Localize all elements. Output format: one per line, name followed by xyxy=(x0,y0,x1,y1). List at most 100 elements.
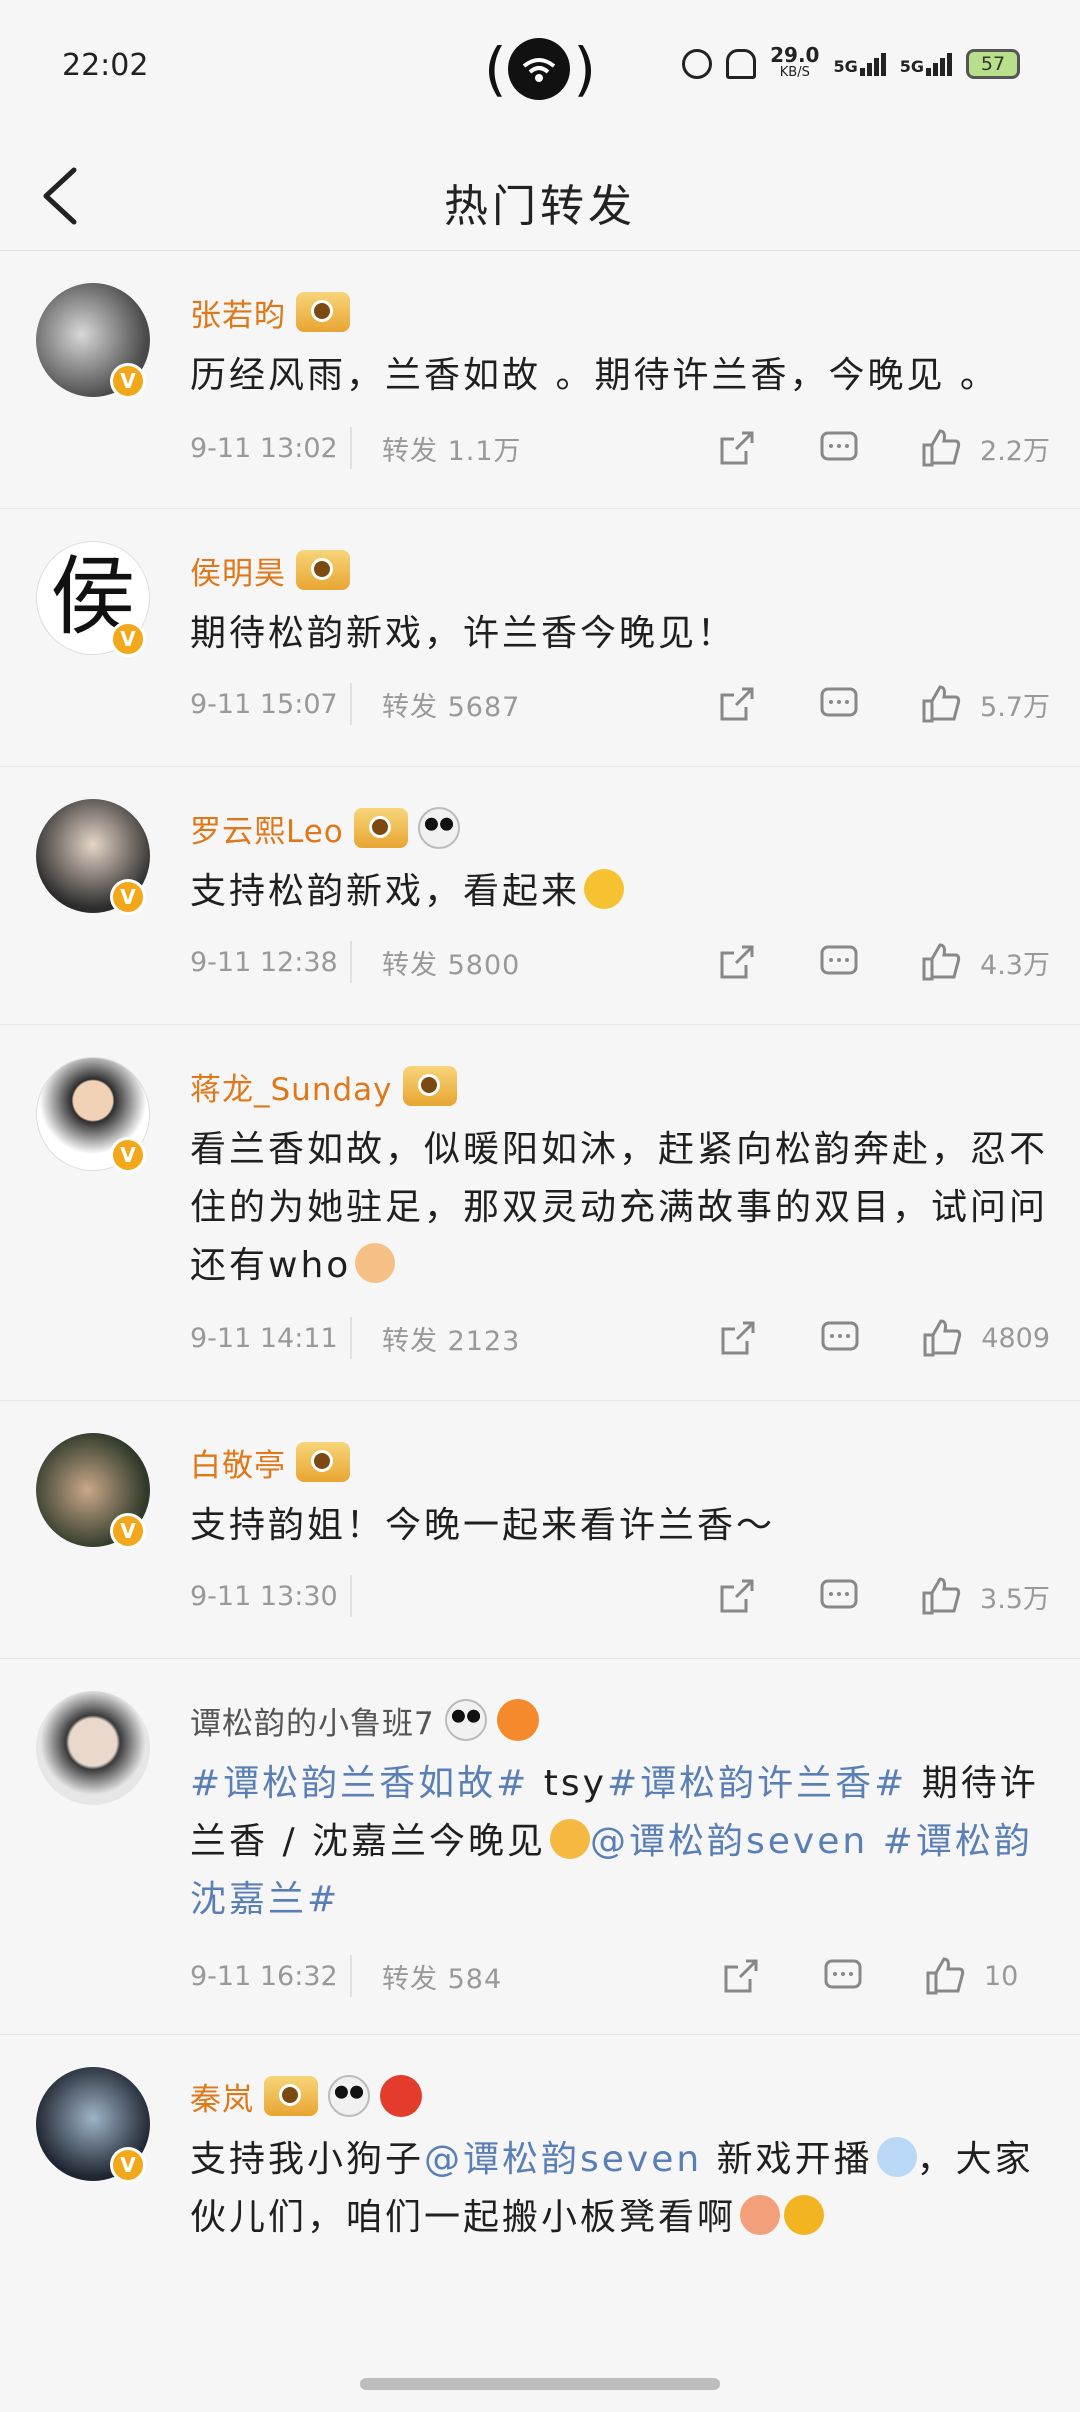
kiss-emoji-icon xyxy=(550,1819,591,1859)
post-time: 9-11 13:30 xyxy=(190,1580,338,1612)
username[interactable]: 白敬亭 xyxy=(190,1440,286,1485)
share-icon[interactable] xyxy=(716,941,758,983)
panda-emoji-icon xyxy=(444,1699,487,1741)
repost-count: 转发 584 xyxy=(382,1963,503,1995)
username[interactable]: 蒋龙_Sunday xyxy=(190,1064,393,1109)
status-icons: 29.0 KB/S 5G 5G 57 xyxy=(682,43,1020,82)
comment-icon[interactable] xyxy=(818,427,860,469)
comment-icon[interactable] xyxy=(818,1575,860,1617)
post-time: 9-11 13:02 xyxy=(190,432,338,464)
username[interactable]: 侯明昊 xyxy=(190,548,286,593)
divider xyxy=(350,1575,352,1617)
repost-count: 转发 5800 xyxy=(382,949,521,981)
hashtag-link[interactable]: #谭松韵许兰香# xyxy=(607,1763,907,1804)
divider xyxy=(350,1955,352,1997)
like-icon[interactable] xyxy=(924,1955,966,1997)
divider xyxy=(350,683,352,725)
verified-badge-icon: V xyxy=(110,2147,146,2183)
parrot-emoji-icon xyxy=(380,2075,422,2117)
comment-icon[interactable] xyxy=(822,1955,864,1997)
list-item: V 张若昀 历经风雨，兰香如故 。期待许兰香，今晚见 。 9-11 13:02 … xyxy=(0,251,1080,509)
list-item: V 白敬亭 支持韵姐！今晚一起来看许兰香～ 9-11 13:30 3.5万 xyxy=(0,1401,1080,1659)
list-item: 谭松韵的小鲁班7 #谭松韵兰香如故# tsy#谭松韵许兰香# 期待许兰香 / 沈… xyxy=(0,1659,1080,2035)
rock-hand-emoji-icon xyxy=(355,1243,396,1283)
status-time: 22:02 xyxy=(62,48,149,83)
like-count: 5.7万 xyxy=(980,691,1050,723)
crown-badge-icon xyxy=(402,1066,457,1106)
like-count: 4809 xyxy=(981,1322,1050,1354)
number-five-emoji-icon xyxy=(784,2195,825,2235)
post-meta: 9-11 14:11 转发 2123 4809 xyxy=(190,1313,1050,1363)
signal-icon: 5G xyxy=(833,52,886,76)
battery-icon: 57 xyxy=(966,49,1020,79)
post-time: 9-11 12:38 xyxy=(190,946,338,978)
comment-icon[interactable] xyxy=(819,1317,861,1359)
share-icon[interactable] xyxy=(716,427,758,469)
post-meta: 9-11 16:32 转发 584 10 xyxy=(190,1951,1050,2001)
like-icon[interactable] xyxy=(920,683,962,725)
post-text: 看兰香如故，似暖阳如沐，赶紧向松韵奔赴，忍不住的为她驻足，那双灵动充满故事的双目… xyxy=(190,1129,1049,1286)
signal-icon-2: 5G xyxy=(900,52,952,76)
share-icon[interactable] xyxy=(720,1955,762,1997)
list-item: V 罗云熙Leo 支持松韵新戏，看起来 9-11 12:38 转发 5800 4… xyxy=(0,767,1080,1025)
like-icon[interactable] xyxy=(920,1575,962,1617)
like-icon[interactable] xyxy=(920,941,962,983)
verified-badge-icon: V xyxy=(110,621,146,657)
post-meta: 9-11 15:07 转发 5687 5.7万 xyxy=(190,679,1050,729)
repost-count: 转发 1.1万 xyxy=(382,435,522,467)
post-text: 支持韵姐！今晚一起来看许兰香～ xyxy=(190,1505,776,1546)
crown-badge-icon xyxy=(353,808,408,848)
panda-emoji-icon xyxy=(328,2075,370,2117)
divider xyxy=(350,1317,352,1359)
like-count: 2.2万 xyxy=(980,435,1050,467)
laugh-emoji-icon xyxy=(584,869,625,909)
share-icon[interactable] xyxy=(716,683,758,725)
camera-island: ( ) xyxy=(484,35,596,103)
list-item: V 蒋龙_Sunday 看兰香如故，似暖阳如沐，赶紧向松韵奔赴，忍不住的为她驻足… xyxy=(0,1025,1080,1401)
post-meta: 9-11 13:02 转发 1.1万 2.2万 xyxy=(190,423,1050,473)
like-icon[interactable] xyxy=(920,427,962,469)
post-text: #谭松韵兰香如故# tsy#谭松韵许兰香# 期待许兰香 / 沈嘉兰今晚见 @谭松韵… xyxy=(190,1763,1039,1920)
like-icon[interactable] xyxy=(921,1317,963,1359)
list-item: 侯 V 侯明昊 期待松韵新戏，许兰香今晚见！ 9-11 15:07 转发 568… xyxy=(0,509,1080,767)
status-bar: 22:02 ( ) 29.0 KB/S 5G 5G 57 xyxy=(0,0,1080,140)
post-text: 支持我小狗子@谭松韵seven 新戏开播 ，大家伙儿们，咱们一起搬小板凳看啊 xyxy=(190,2137,1034,2238)
username[interactable]: 谭松韵的小鲁班7 xyxy=(190,1698,435,1743)
divider xyxy=(350,427,352,469)
verified-badge-icon: V xyxy=(110,1513,146,1549)
post-meta: 9-11 13:30 3.5万 xyxy=(190,1571,1050,1621)
repost-list: V 张若昀 历经风雨，兰香如故 。期待许兰香，今晚见 。 9-11 13:02 … xyxy=(0,251,1080,2297)
bunny-emoji-icon xyxy=(876,2137,917,2177)
crown-badge-icon xyxy=(296,1442,350,1482)
post-time: 9-11 14:11 xyxy=(190,1322,338,1354)
mention-link[interactable]: @谭松韵seven xyxy=(424,2139,702,2180)
repost-count: 转发 5687 xyxy=(382,691,521,723)
post-meta: 9-11 12:38 转发 5800 4.3万 xyxy=(190,937,1050,987)
comment-icon[interactable] xyxy=(818,683,860,725)
verified-badge-icon: V xyxy=(110,879,146,915)
bell-icon xyxy=(726,49,757,79)
divider xyxy=(350,941,352,983)
mention-link[interactable]: @谭松韵seven xyxy=(590,1821,868,1862)
alarm-icon xyxy=(682,49,713,79)
avatar[interactable] xyxy=(36,1691,150,1805)
post-text: 历经风雨，兰香如故 。期待许兰香，今晚见 。 xyxy=(190,355,999,396)
hashtag-link[interactable]: #谭松韵兰香如故# xyxy=(190,1763,529,1804)
crown-badge-icon xyxy=(264,2076,318,2116)
verified-badge-icon: V xyxy=(110,363,146,399)
like-count: 3.5万 xyxy=(980,1583,1050,1615)
share-icon[interactable] xyxy=(717,1317,759,1359)
username[interactable]: 罗云熙Leo xyxy=(190,806,344,851)
post-time: 9-11 16:32 xyxy=(190,1960,338,1992)
share-icon[interactable] xyxy=(716,1575,758,1617)
comment-icon[interactable] xyxy=(818,941,860,983)
crown-badge-icon xyxy=(296,550,350,590)
network-speed: 29.0 KB/S xyxy=(770,43,820,80)
post-text: 支持松韵新戏，看起来 xyxy=(190,863,1050,921)
crown-badge-icon xyxy=(296,292,350,332)
username[interactable]: 秦岚 xyxy=(190,2074,254,2119)
home-indicator[interactable] xyxy=(360,2378,720,2390)
username[interactable]: 张若昀 xyxy=(190,290,286,335)
like-count: 4.3万 xyxy=(980,949,1050,981)
verified-badge-icon: V xyxy=(110,1137,146,1173)
